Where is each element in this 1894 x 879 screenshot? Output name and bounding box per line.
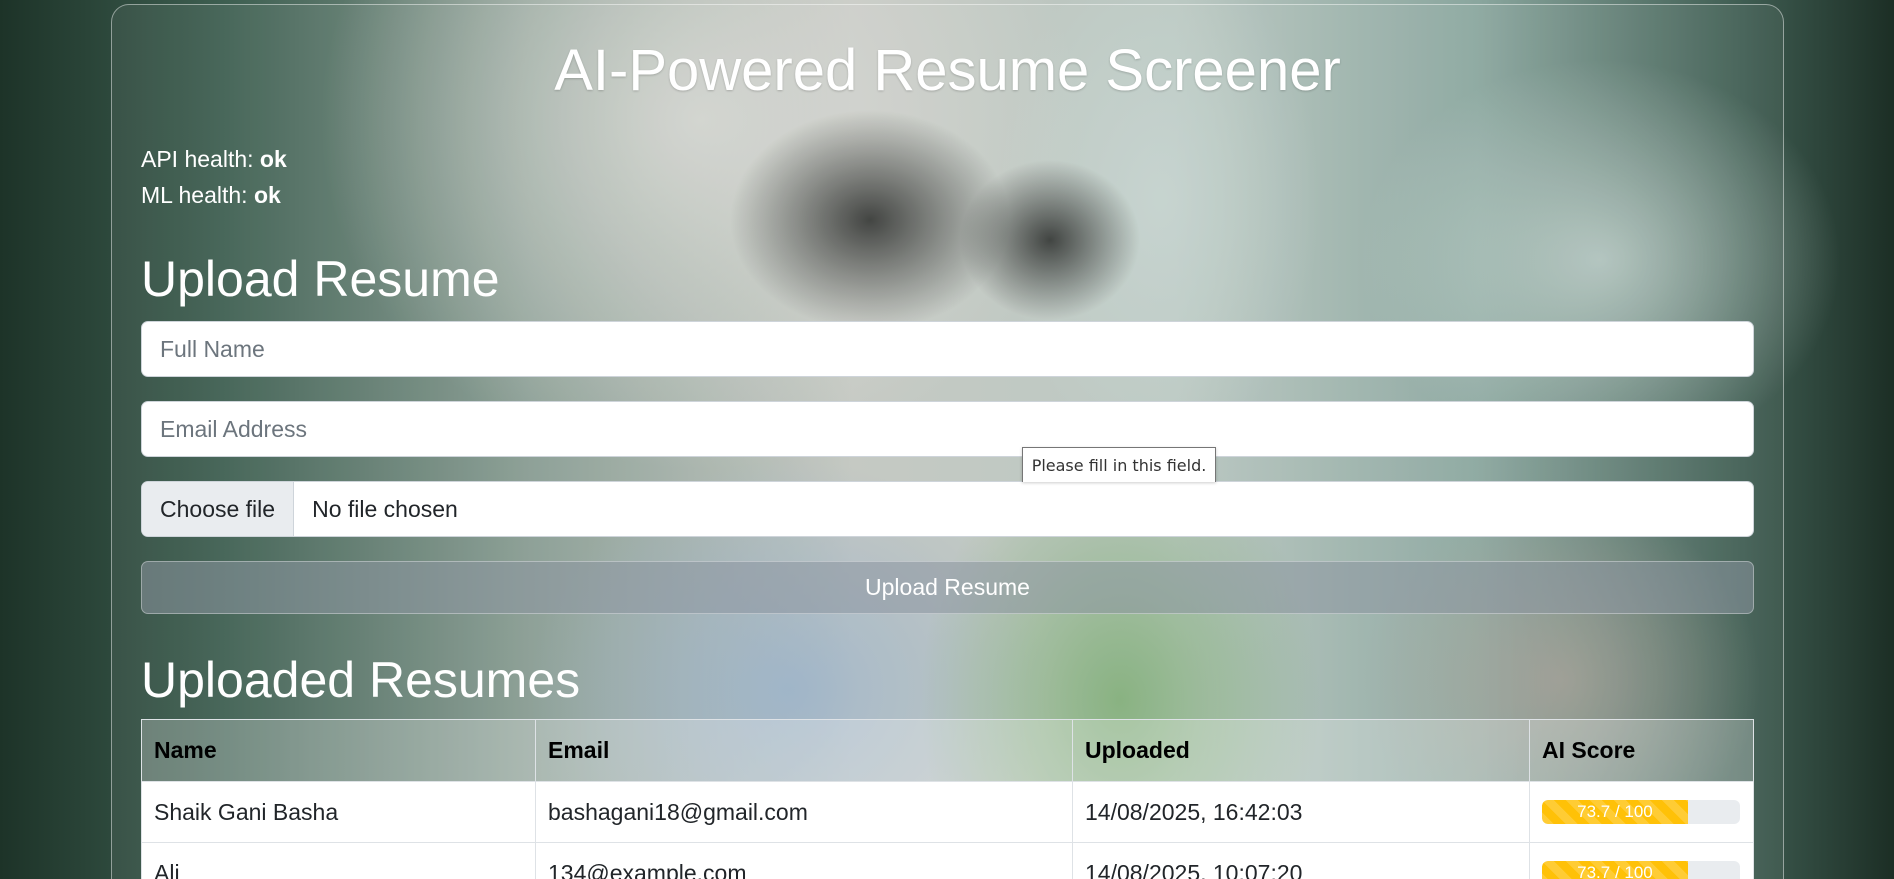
score-progress-track: 73.7 / 100: [1542, 800, 1740, 824]
email-placeholder: Email Address: [160, 415, 308, 442]
ml-health-value: ok: [253, 182, 281, 208]
ml-health-label: ML health:: [141, 182, 248, 208]
column-header-name: Name: [141, 719, 536, 782]
resume-email: 134@example.com: [535, 842, 1073, 879]
score-progress-track: 73.7 / 100: [1542, 861, 1740, 879]
full-name-input[interactable]: Full Name: [141, 321, 1754, 377]
uploaded-resumes-heading: Uploaded Resumes: [141, 652, 581, 708]
api-health-label: API health:: [141, 146, 254, 172]
resume-uploaded: 14/08/2025, 10:07:20: [1072, 842, 1530, 879]
ml-health-status: ML health: ok: [141, 182, 281, 209]
resume-file-input[interactable]: Choose file No file chosen: [141, 481, 1754, 537]
table-row: Ali 134@example.com 14/08/2025, 10:07:20…: [141, 842, 1754, 879]
upload-heading: Upload Resume: [141, 251, 500, 307]
file-status-text: No file chosen: [312, 495, 458, 522]
email-input[interactable]: Email Address: [141, 401, 1754, 457]
resumes-table: Name Email Uploaded AI Score Shaik Gani …: [141, 719, 1754, 879]
resume-uploaded: 14/08/2025, 16:42:03: [1072, 781, 1530, 843]
column-header-uploaded: Uploaded: [1072, 719, 1530, 782]
score-progress-fill: 73.7 / 100: [1542, 800, 1688, 824]
column-header-ai-score: AI Score: [1529, 719, 1754, 782]
page-title: AI-Powered Resume Screener: [554, 38, 1341, 103]
resume-ai-score: 73.7 / 100: [1529, 781, 1754, 843]
resume-ai-score: 73.7 / 100: [1529, 842, 1754, 879]
score-progress-fill: 73.7 / 100: [1542, 861, 1688, 879]
resume-email: bashagani18@gmail.com: [535, 781, 1073, 843]
resume-name: Ali: [141, 842, 536, 879]
validation-tooltip: Please fill in this field.: [1022, 447, 1216, 482]
table-header-row: Name Email Uploaded AI Score: [141, 719, 1754, 782]
table-row: Shaik Gani Basha bashagani18@gmail.com 1…: [141, 781, 1754, 843]
column-header-email: Email: [535, 719, 1073, 782]
upload-resume-button[interactable]: Upload Resume: [141, 561, 1754, 614]
api-health-value: ok: [259, 146, 287, 172]
full-name-placeholder: Full Name: [160, 335, 265, 362]
resume-name: Shaik Gani Basha: [141, 781, 536, 843]
api-health-status: API health: ok: [141, 146, 287, 173]
choose-file-button[interactable]: Choose file: [142, 482, 295, 536]
